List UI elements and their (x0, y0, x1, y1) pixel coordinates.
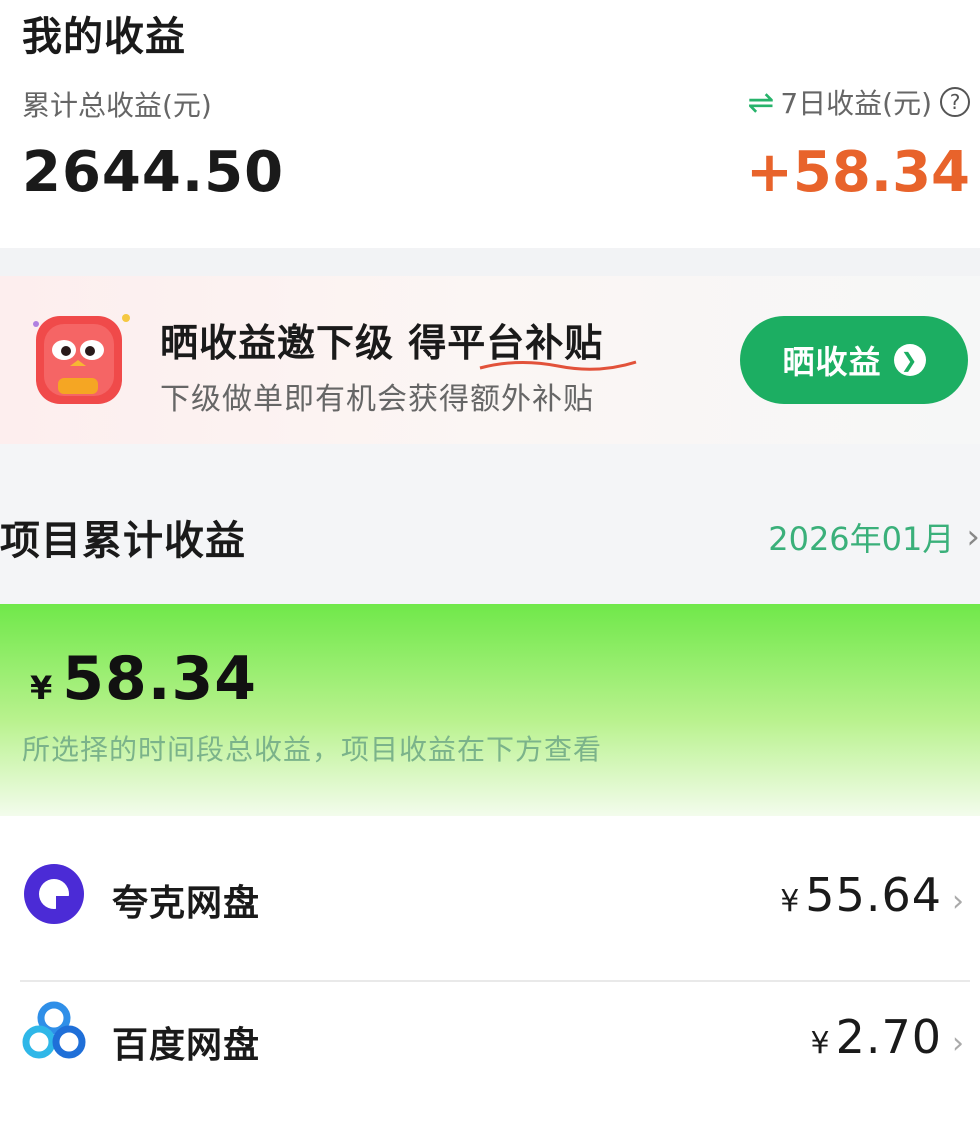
project-row-baidu[interactable]: 百度网盘 ¥ 2.70 › (0, 982, 980, 1132)
page-title: 我的收益 (22, 14, 186, 60)
period-total-value: 58.34 (62, 644, 258, 714)
promo-banner[interactable]: 晒收益邀下级 得平台补贴 下级做单即有机会获得额外补贴 晒收益 ❯ (0, 276, 980, 444)
chevron-right-icon: › (952, 1026, 964, 1061)
swap-arrows-icon[interactable]: ⇌ (748, 86, 775, 118)
project-amount-value: 2.70 (835, 1010, 942, 1064)
period-total-card: ¥ 58.34 所选择的时间段总收益，项目收益在下方查看 (0, 604, 980, 816)
project-amount: ¥ 55.64 › (780, 868, 964, 922)
project-earnings-header: 项目累计收益 2026年01月 › (0, 444, 980, 604)
seven-day-earnings-toggle[interactable]: ⇌ 7日收益(元) ? (748, 82, 970, 122)
seven-day-earnings-label: 7日收益(元) (780, 87, 932, 120)
share-earnings-button[interactable]: 晒收益 ❯ (740, 316, 968, 404)
promo-underline-decoration (479, 360, 637, 371)
total-earnings-value: 2644.50 (22, 140, 285, 205)
share-earnings-button-label: 晒收益 (782, 343, 882, 381)
baidu-netdisk-logo-icon (22, 1001, 86, 1059)
promo-subtitle: 下级做单即有机会获得额外补贴 (160, 382, 594, 417)
chevron-right-circle-icon: ❯ (893, 344, 926, 376)
project-earnings-title: 项目累计收益 (0, 518, 246, 564)
project-name: 百度网盘 (112, 1025, 261, 1066)
project-list: 夸克网盘 ¥ 55.64 › 百度网盘 ¥ 2.70 › (0, 816, 980, 1090)
question-circle-icon[interactable]: ? (940, 87, 970, 117)
project-amount-value: 55.64 (805, 868, 942, 922)
period-total-note: 所选择的时间段总收益，项目收益在下方查看 (22, 733, 603, 766)
chevron-right-icon: › (952, 884, 964, 919)
total-earnings-label: 累计总收益(元) (22, 89, 212, 122)
section-divider (0, 248, 980, 276)
project-name: 夸克网盘 (112, 883, 261, 924)
red-envelope-mascot-icon (33, 314, 130, 404)
project-row-quark[interactable]: 夸克网盘 ¥ 55.64 › (0, 816, 980, 966)
earnings-summary: 我的收益 累计总收益(元) 2644.50 ⇌ 7日收益(元) ? +58.34 (0, 0, 980, 248)
currency-symbol: ¥ (780, 884, 800, 919)
seven-day-earnings-value: +58.34 (745, 140, 970, 205)
month-selector[interactable]: 2026年01月 › (768, 514, 980, 560)
project-amount: ¥ 2.70 › (810, 1010, 964, 1064)
quark-logo-icon (24, 864, 84, 924)
period-total-amount: ¥ 58.34 (30, 644, 257, 714)
currency-symbol: ¥ (810, 1026, 830, 1061)
chevron-right-icon: › (966, 517, 980, 557)
month-selector-label: 2026年01月 (768, 520, 955, 558)
currency-symbol: ¥ (30, 669, 53, 707)
